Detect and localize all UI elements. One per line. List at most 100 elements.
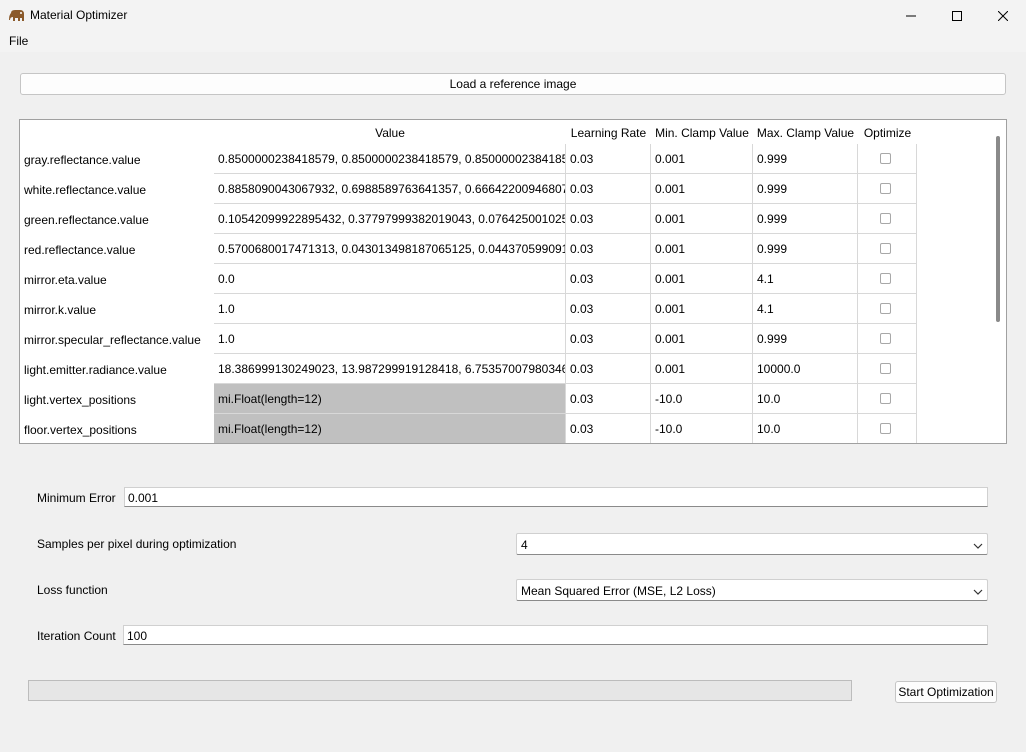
start-optimization-button[interactable]: Start Optimization: [895, 681, 997, 703]
max-clamp-cell[interactable]: 10.0: [753, 414, 858, 443]
row-header-label: mirror.specular_reflectance.value: [24, 333, 201, 347]
min-clamp-cell-text: -10.0: [655, 422, 683, 436]
max-clamp-cell-text: 4.1: [757, 302, 774, 316]
max-clamp-cell[interactable]: 0.999: [753, 324, 858, 354]
menu-file[interactable]: File: [9, 34, 28, 48]
load-reference-image-button[interactable]: Load a reference image: [20, 73, 1006, 95]
min-clamp-cell[interactable]: 0.001: [651, 234, 753, 264]
iteration-count-input[interactable]: 100: [123, 625, 988, 645]
max-clamp-cell[interactable]: 10.0: [753, 384, 858, 414]
value-cell[interactable]: 1.0: [214, 324, 566, 354]
optimize-checkbox[interactable]: [880, 183, 891, 194]
row-header-label: white.reflectance.value: [24, 183, 147, 197]
row-header: light.vertex_positions: [20, 384, 214, 414]
maximize-button[interactable]: [934, 0, 980, 32]
row-header-label: green.reflectance.value: [24, 213, 149, 227]
learning-rate-cell[interactable]: 0.03: [566, 174, 651, 204]
row-header: white.reflectance.value: [20, 174, 214, 204]
spp-dropdown[interactable]: 4: [516, 533, 988, 555]
learning-rate-cell[interactable]: 0.03: [566, 324, 651, 354]
header-corner: [20, 120, 214, 146]
optimize-checkbox[interactable]: [880, 273, 891, 284]
row-header-label: red.reflectance.value: [24, 243, 136, 257]
value-cell-text: 1.0: [218, 302, 235, 316]
min-clamp-cell[interactable]: 0.001: [651, 144, 753, 174]
min-clamp-cell[interactable]: -10.0: [651, 414, 753, 443]
max-clamp-cell[interactable]: 4.1: [753, 294, 858, 324]
max-clamp-cell[interactable]: 0.999: [753, 234, 858, 264]
min-error-input[interactable]: 0.001: [124, 487, 988, 507]
min-clamp-cell[interactable]: 0.001: [651, 324, 753, 354]
optimize-checkbox[interactable]: [880, 393, 891, 404]
value-cell[interactable]: 18.386999130249023, 13.987299919128418, …: [214, 354, 566, 384]
elephant-icon: [9, 9, 25, 23]
table-scrollbar[interactable]: [996, 136, 1000, 322]
value-cell[interactable]: 0.0: [214, 264, 566, 294]
max-clamp-cell[interactable]: 0.999: [753, 204, 858, 234]
header-learning-rate[interactable]: Learning Rate: [566, 120, 651, 146]
learning-rate-cell[interactable]: 0.03: [566, 384, 651, 414]
value-cell[interactable]: 0.5700680017471313, 0.043013498187065125…: [214, 234, 566, 264]
value-cell-text: 0.10542099922895432, 0.37797999382019043…: [218, 212, 566, 226]
value-cell[interactable]: 0.10542099922895432, 0.37797999382019043…: [214, 204, 566, 234]
learning-rate-cell[interactable]: 0.03: [566, 144, 651, 174]
min-clamp-cell[interactable]: -10.0: [651, 384, 753, 414]
value-cell-text: 18.386999130249023, 13.987299919128418, …: [218, 362, 566, 376]
learning-rate-cell[interactable]: 0.03: [566, 204, 651, 234]
header-optimize[interactable]: Optimize: [858, 120, 917, 146]
learning-rate-cell[interactable]: 0.03: [566, 234, 651, 264]
table-row: gray.reflectance.value 0.8500000238418579…: [20, 144, 917, 174]
row-header-label: floor.vertex_positions: [24, 423, 137, 437]
learning-rate-cell[interactable]: 0.03: [566, 264, 651, 294]
min-clamp-cell-text: 0.001: [655, 182, 686, 196]
loss-function-dropdown[interactable]: Mean Squared Error (MSE, L2 Loss): [516, 579, 988, 601]
optimize-cell: [858, 384, 917, 414]
row-header: gray.reflectance.value: [20, 144, 214, 174]
min-clamp-cell[interactable]: 0.001: [651, 174, 753, 204]
header-min-clamp[interactable]: Min. Clamp Value: [651, 120, 753, 146]
min-clamp-cell[interactable]: 0.001: [651, 204, 753, 234]
iteration-count-label: Iteration Count: [37, 629, 116, 643]
min-clamp-cell[interactable]: 0.001: [651, 294, 753, 324]
learning-rate-cell[interactable]: 0.03: [566, 414, 651, 443]
learning-rate-cell[interactable]: 0.03: [566, 354, 651, 384]
optimize-checkbox[interactable]: [880, 423, 891, 434]
max-clamp-cell[interactable]: 0.999: [753, 144, 858, 174]
max-clamp-cell[interactable]: 4.1: [753, 264, 858, 294]
chevron-down-icon: [973, 586, 983, 596]
optimize-checkbox[interactable]: [880, 213, 891, 224]
min-clamp-cell[interactable]: 0.001: [651, 354, 753, 384]
value-cell[interactable]: mi.Float(length=12): [214, 384, 566, 414]
value-cell[interactable]: 0.8500000238418579, 0.8500000238418579, …: [214, 144, 566, 174]
title-bar: Material Optimizer: [0, 0, 1026, 32]
optimize-checkbox[interactable]: [880, 333, 891, 344]
optimization-progress-bar: [28, 680, 852, 701]
optimize-checkbox[interactable]: [880, 303, 891, 314]
optimize-checkbox[interactable]: [880, 153, 891, 164]
value-cell[interactable]: 1.0: [214, 294, 566, 324]
optimize-checkbox[interactable]: [880, 363, 891, 374]
row-header: mirror.k.value: [20, 294, 214, 324]
max-clamp-cell-text: 0.999: [757, 212, 788, 226]
table-row: mirror.specular_reflectance.value 1.0 0.03…: [20, 324, 917, 354]
close-button[interactable]: [980, 0, 1026, 32]
minimize-button[interactable]: [888, 0, 934, 32]
optimize-checkbox[interactable]: [880, 243, 891, 254]
learning-rate-cell-text: 0.03: [570, 332, 594, 346]
table-row: red.reflectance.value 0.5700680017471313,…: [20, 234, 917, 264]
value-cell[interactable]: 0.8858090043067932, 0.6988589763641357, …: [214, 174, 566, 204]
min-clamp-cell-text: 0.001: [655, 152, 686, 166]
row-header-label: mirror.k.value: [24, 303, 97, 317]
learning-rate-cell-text: 0.03: [570, 212, 594, 226]
learning-rate-cell[interactable]: 0.03: [566, 294, 651, 324]
header-value[interactable]: Value: [214, 120, 566, 146]
maximize-icon: [952, 11, 962, 21]
table-row: light.vertex_positions mi.Float(length=12…: [20, 384, 917, 414]
row-header-label: light.vertex_positions: [24, 393, 137, 407]
header-max-clamp[interactable]: Max. Clamp Value: [753, 120, 858, 146]
max-clamp-cell[interactable]: 0.999: [753, 174, 858, 204]
table-row: white.reflectance.value 0.885809004306793…: [20, 174, 917, 204]
value-cell[interactable]: mi.Float(length=12): [214, 414, 566, 443]
min-clamp-cell[interactable]: 0.001: [651, 264, 753, 294]
max-clamp-cell[interactable]: 10000.0: [753, 354, 858, 384]
